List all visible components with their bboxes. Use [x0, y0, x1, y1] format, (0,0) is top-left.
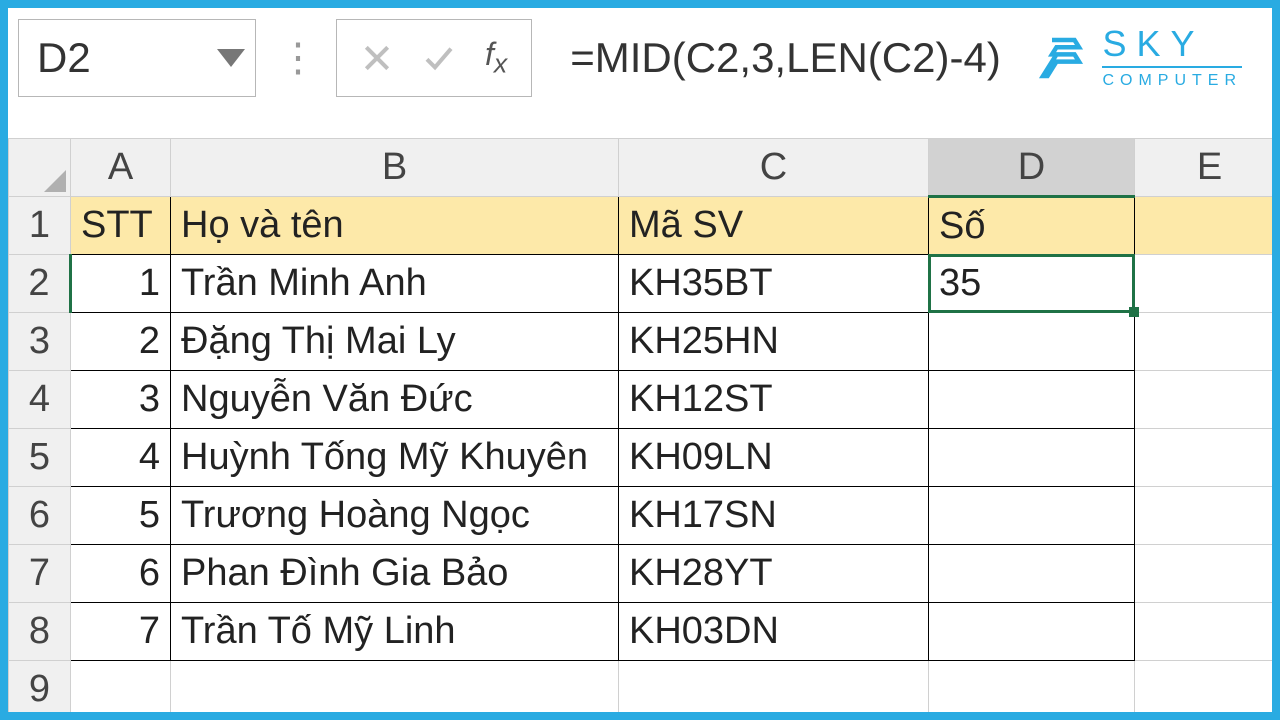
cell-D4[interactable]	[929, 371, 1135, 429]
fx-icon[interactable]: fx	[485, 36, 507, 79]
cell-D7[interactable]	[929, 545, 1135, 603]
cell-E8[interactable]	[1135, 603, 1273, 661]
cell-A5[interactable]: 4	[71, 429, 171, 487]
cell-D2-selected[interactable]: 35	[929, 255, 1135, 313]
cell-C7[interactable]: KH28YT	[619, 545, 929, 603]
name-box-value: D2	[37, 34, 91, 82]
cell-C5[interactable]: KH09LN	[619, 429, 929, 487]
cell-E2[interactable]	[1135, 255, 1273, 313]
column-header-row: A B C D E	[9, 139, 1273, 197]
cell-A9[interactable]	[71, 661, 171, 713]
cell-A2[interactable]: 1	[71, 255, 171, 313]
cell-D5[interactable]	[929, 429, 1135, 487]
cell-B8[interactable]: Trần Tố Mỹ Linh	[171, 603, 619, 661]
cell-E6[interactable]	[1135, 487, 1273, 545]
cell-B1[interactable]: Họ và tên	[171, 197, 619, 255]
col-header-A[interactable]: A	[71, 139, 171, 197]
cell-C9[interactable]	[619, 661, 929, 713]
cell-B7[interactable]: Phan Đình Gia Bảo	[171, 545, 619, 603]
table-row: 4 3 Nguyễn Văn Đức KH12ST	[9, 371, 1273, 429]
table-row: 6 5 Trương Hoàng Ngọc KH17SN	[9, 487, 1273, 545]
col-header-D[interactable]: D	[929, 139, 1135, 197]
cell-B2[interactable]: Trần Minh Anh	[171, 255, 619, 313]
formula-input[interactable]: =MID(C2,3,LEN(C2)-4)	[550, 19, 1016, 97]
cell-A8[interactable]: 7	[71, 603, 171, 661]
col-header-B[interactable]: B	[171, 139, 619, 197]
cell-A6[interactable]: 5	[71, 487, 171, 545]
cell-C6[interactable]: KH17SN	[619, 487, 929, 545]
cell-E5[interactable]	[1135, 429, 1273, 487]
select-all-corner[interactable]	[9, 139, 71, 197]
cell-A7[interactable]: 6	[71, 545, 171, 603]
table-row: 5 4 Huỳnh Tống Mỹ Khuyên KH09LN	[9, 429, 1273, 487]
cell-C1[interactable]: Mã SV	[619, 197, 929, 255]
separator-dots: ⋮	[274, 35, 318, 81]
formula-bar: D2 ⋮ fx =MID(C2,3,LEN(C2)-4) SKY	[8, 8, 1272, 108]
confirm-icon[interactable]	[423, 42, 455, 74]
cell-E1[interactable]	[1135, 197, 1273, 255]
name-box-dropdown-icon[interactable]	[217, 49, 245, 67]
logo-top: SKY	[1102, 26, 1242, 62]
table-row: 7 6 Phan Đình Gia Bảo KH28YT	[9, 545, 1273, 603]
cell-A1[interactable]: STT	[71, 197, 171, 255]
cell-D6[interactable]	[929, 487, 1135, 545]
table-row: 2 1 Trần Minh Anh KH35BT 35	[9, 255, 1273, 313]
row-header[interactable]: 4	[9, 371, 71, 429]
cell-C4[interactable]: KH12ST	[619, 371, 929, 429]
cell-B6[interactable]: Trương Hoàng Ngọc	[171, 487, 619, 545]
row-header[interactable]: 1	[9, 197, 71, 255]
app-frame: D2 ⋮ fx =MID(C2,3,LEN(C2)-4) SKY	[0, 0, 1280, 720]
table-row: 3 2 Đặng Thị Mai Ly KH25HN	[9, 313, 1273, 371]
cell-D8[interactable]	[929, 603, 1135, 661]
cell-C2[interactable]: KH35BT	[619, 255, 929, 313]
col-header-E[interactable]: E	[1135, 139, 1273, 197]
cell-C3[interactable]: KH25HN	[619, 313, 929, 371]
cell-D1[interactable]: Số	[929, 197, 1135, 255]
cell-E9[interactable]	[1135, 661, 1273, 713]
row-header[interactable]: 3	[9, 313, 71, 371]
table-row: 1 STT Họ và tên Mã SV Số	[9, 197, 1273, 255]
cancel-icon[interactable]	[361, 42, 393, 74]
cell-E7[interactable]	[1135, 545, 1273, 603]
cell-E4[interactable]	[1135, 371, 1273, 429]
row-header[interactable]: 2	[9, 255, 71, 313]
formula-controls: fx	[336, 19, 532, 97]
col-header-C[interactable]: C	[619, 139, 929, 197]
row-header[interactable]: 6	[9, 487, 71, 545]
table-row: 8 7 Trần Tố Mỹ Linh KH03DN	[9, 603, 1273, 661]
cell-E3[interactable]	[1135, 313, 1273, 371]
cell-B9[interactable]	[171, 661, 619, 713]
logo-bottom: COMPUTER	[1102, 72, 1242, 90]
logo-mark-icon	[1034, 31, 1088, 85]
cell-D9[interactable]	[929, 661, 1135, 713]
row-header[interactable]: 8	[9, 603, 71, 661]
cell-B5[interactable]: Huỳnh Tống Mỹ Khuyên	[171, 429, 619, 487]
cell-D3[interactable]	[929, 313, 1135, 371]
spreadsheet-grid[interactable]: A B C D E 1 STT Họ và tên Mã SV Số	[8, 138, 1272, 712]
cell-B3[interactable]: Đặng Thị Mai Ly	[171, 313, 619, 371]
cell-A4[interactable]: 3	[71, 371, 171, 429]
table-row: 9	[9, 661, 1273, 713]
row-header[interactable]: 7	[9, 545, 71, 603]
fill-handle[interactable]	[1129, 307, 1139, 317]
cell-B4[interactable]: Nguyễn Văn Đức	[171, 371, 619, 429]
brand-logo: SKY COMPUTER	[1034, 26, 1262, 90]
row-header[interactable]: 9	[9, 661, 71, 713]
name-box[interactable]: D2	[18, 19, 256, 97]
row-header[interactable]: 5	[9, 429, 71, 487]
formula-text: =MID(C2,3,LEN(C2)-4)	[570, 34, 1001, 82]
cell-C8[interactable]: KH03DN	[619, 603, 929, 661]
cell-A3[interactable]: 2	[71, 313, 171, 371]
